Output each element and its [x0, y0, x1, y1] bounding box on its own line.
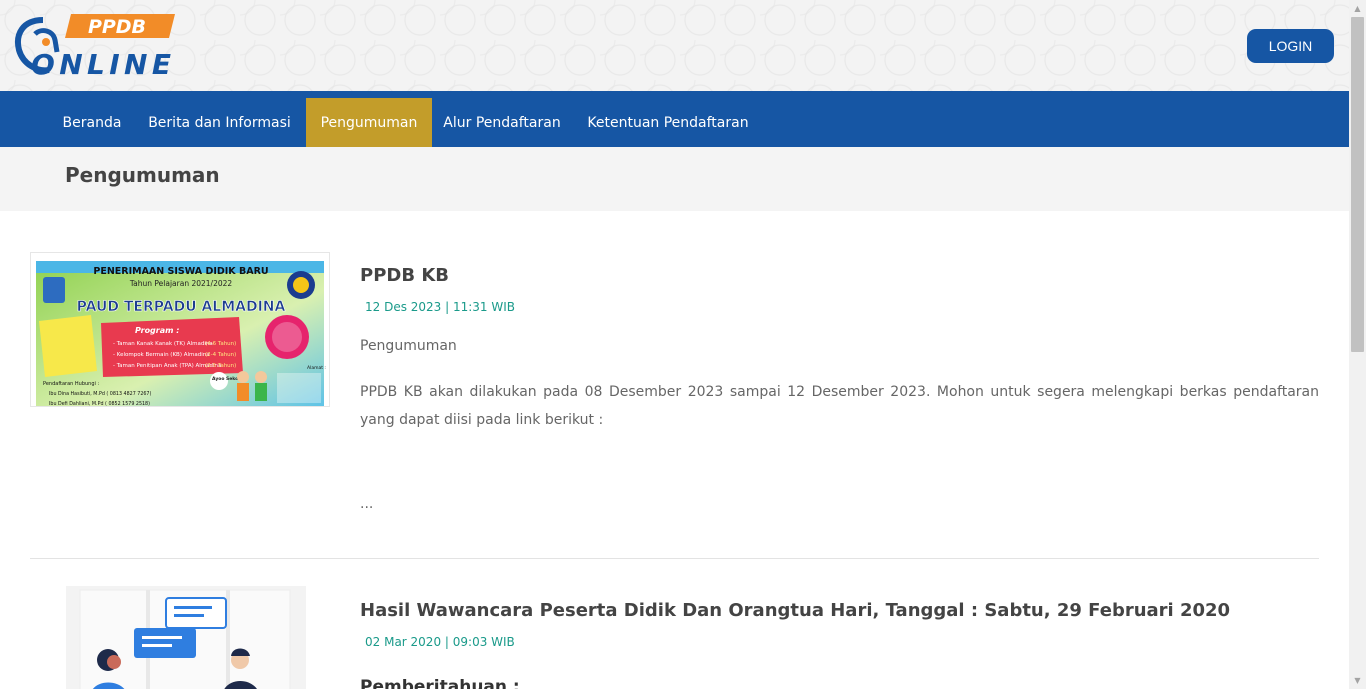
- site-header: PPDB ONLINE LOGIN: [0, 0, 1349, 91]
- page-scrollbar[interactable]: ▲ ▼: [1349, 0, 1366, 689]
- nav-item-berita[interactable]: Berita dan Informasi: [139, 98, 300, 147]
- svg-text:Program :: Program :: [135, 326, 179, 335]
- svg-text:Ibu Defi Dahliani, M.Pd ( 0852: Ibu Defi Dahliani, M.Pd ( 0852 1579 2518…: [49, 401, 150, 407]
- post-thumbnail[interactable]: PENERIMAAN SISWA DIDIK BARU Tahun Pelaja…: [30, 252, 330, 407]
- scrollbar-thumb[interactable]: [1351, 17, 1364, 352]
- post-subheading: Pemberitahuan :: [360, 677, 520, 689]
- scroll-down-arrow-icon[interactable]: ▼: [1349, 672, 1366, 689]
- main-navbar: Beranda Berita dan Informasi Pengumuman …: [0, 91, 1349, 147]
- svg-text:- Taman Kanak Kanak (TK) Almad: - Taman Kanak Kanak (TK) Almadina: [113, 341, 213, 347]
- svg-text:- Kelompok Bermain (KB) Almadi: - Kelompok Bermain (KB) Almadina: [113, 352, 210, 358]
- svg-text:ONLINE: ONLINE: [31, 48, 171, 78]
- svg-text:Pendaftaran Hubungi :: Pendaftaran Hubungi :: [43, 381, 99, 387]
- svg-text:Alamat :: Alamat :: [307, 365, 326, 371]
- svg-text:PPDB: PPDB: [88, 16, 146, 38]
- svg-text:(2-4 Tahun): (2-4 Tahun): [205, 352, 236, 358]
- read-more-ellipsis[interactable]: ...: [360, 496, 373, 512]
- post-divider: [30, 558, 1319, 559]
- svg-text:Ibu Dina Hasibuti, M.Pd ( 0813: Ibu Dina Hasibuti, M.Pd ( 0813 4827 7267…: [49, 391, 151, 397]
- post-title[interactable]: PPDB KB: [360, 265, 449, 286]
- login-button[interactable]: LOGIN: [1247, 29, 1334, 63]
- interview-illustration: [66, 586, 306, 689]
- scroll-up-arrow-icon[interactable]: ▲: [1349, 0, 1366, 17]
- nav-item-beranda[interactable]: Beranda: [50, 98, 134, 147]
- svg-text:(4-6 Tahun): (4-6 Tahun): [205, 341, 236, 347]
- post-excerpt: PPDB KB akan dilakukan pada 08 Desember …: [360, 384, 1319, 428]
- svg-text:PAUD TERPADU ALMADINA: PAUD TERPADU ALMADINA: [77, 299, 286, 315]
- page-title: Pengumuman: [65, 163, 220, 187]
- post-date: 12 Des 2023 | 11:31 WIB: [365, 300, 516, 314]
- post-title[interactable]: Hasil Wawancara Peserta Didik Dan Orangt…: [360, 600, 1230, 621]
- page: PPDB ONLINE LOGIN Beranda Berita dan Inf…: [0, 0, 1349, 689]
- post-category: Pengumuman: [360, 338, 457, 354]
- post-date: 02 Mar 2020 | 09:03 WIB: [365, 635, 515, 649]
- svg-text:(2-5 Tahun): (2-5 Tahun): [205, 363, 236, 369]
- page-title-band: Pengumuman: [0, 147, 1349, 211]
- post-thumbnail[interactable]: [30, 586, 310, 689]
- svg-text:PENERIMAAN SISWA DIDIK BARU: PENERIMAAN SISWA DIDIK BARU: [93, 266, 268, 277]
- svg-text:Tahun Pelajaran 2021/2022: Tahun Pelajaran 2021/2022: [129, 279, 233, 288]
- nav-item-pengumuman[interactable]: Pengumuman: [306, 98, 432, 147]
- ppdb-online-logo[interactable]: PPDB ONLINE: [13, 12, 179, 78]
- nav-item-ketentuan-pendaftaran[interactable]: Ketentuan Pendaftaran: [578, 98, 758, 147]
- nav-item-alur-pendaftaran[interactable]: Alur Pendaftaran: [432, 98, 572, 147]
- ppdb-poster-image: PENERIMAAN SISWA DIDIK BARU Tahun Pelaja…: [36, 261, 326, 407]
